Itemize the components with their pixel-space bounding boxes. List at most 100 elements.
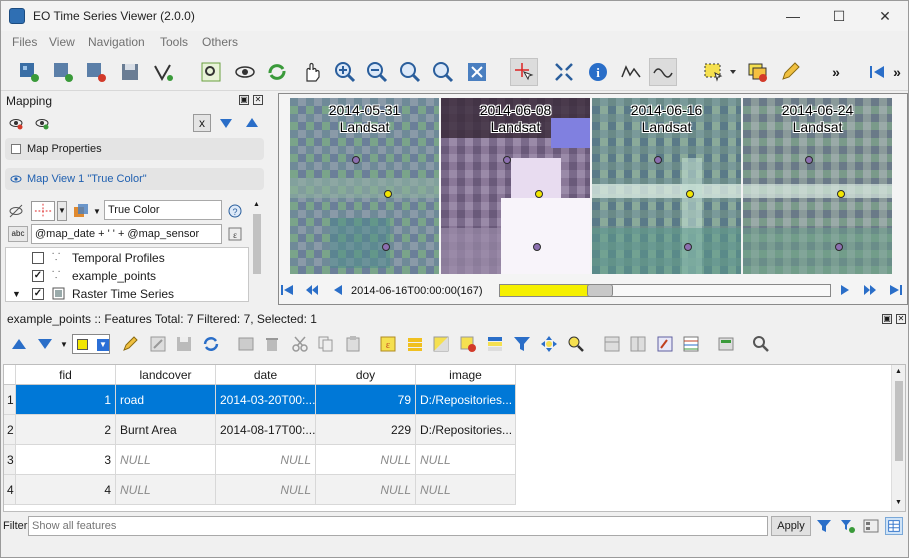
table-cell[interactable]: 2014-03-20T00:... xyxy=(216,385,316,415)
move-up-icon[interactable] xyxy=(245,116,259,130)
point-marker[interactable] xyxy=(835,243,843,251)
save-layer-icon[interactable] xyxy=(116,58,144,86)
label-style-icon[interactable]: abc xyxy=(8,226,28,242)
info-icon[interactable]: i xyxy=(584,58,612,86)
conditional-format-icon[interactable] xyxy=(682,335,700,353)
temporal-profile-icon[interactable] xyxy=(649,58,677,86)
row-number[interactable]: 1 xyxy=(4,385,16,415)
visibility-icon[interactable] xyxy=(231,58,259,86)
menu-view[interactable]: View xyxy=(49,35,75,49)
table-cell[interactable]: 3 xyxy=(16,445,116,475)
minimize-button[interactable]: — xyxy=(770,1,816,31)
scroll-down-icon[interactable]: ▼ xyxy=(895,499,902,506)
layer-checkbox[interactable] xyxy=(32,252,44,264)
table-cell[interactable]: 4 xyxy=(16,475,116,505)
maximize-button[interactable]: ☐ xyxy=(816,1,862,31)
delete-field-icon[interactable] xyxy=(629,335,647,353)
zoom-extent-icon[interactable] xyxy=(463,58,491,86)
add-feature-icon[interactable] xyxy=(237,335,255,353)
column-header-landcover[interactable]: landcover xyxy=(116,365,216,385)
form-view-toggle-icon[interactable] xyxy=(863,518,879,534)
apply-button[interactable]: Apply xyxy=(771,516,811,536)
selected-point-marker[interactable] xyxy=(837,190,845,198)
expand-chevron-icon[interactable]: ▼ xyxy=(12,285,21,301)
selection-mode-button[interactable]: ▼ xyxy=(72,334,110,354)
close-panel-icon[interactable]: ✕ xyxy=(253,95,263,105)
selected-point-marker[interactable] xyxy=(384,190,392,198)
float-panel-icon[interactable]: ▣ xyxy=(239,95,249,105)
row-number[interactable]: 3 xyxy=(4,445,16,475)
remove-layer-icon[interactable] xyxy=(82,58,110,86)
table-scrollbar[interactable]: ▲ ▼ xyxy=(891,365,905,511)
table-cell[interactable]: NULL xyxy=(116,475,216,505)
new-field-icon[interactable] xyxy=(603,335,621,353)
column-header-date[interactable]: date xyxy=(216,365,316,385)
style-dropdown-icon[interactable]: ▼ xyxy=(93,207,101,216)
clear-button[interactable]: x xyxy=(193,114,211,132)
time-slider[interactable] xyxy=(499,284,831,297)
column-header-image[interactable]: image xyxy=(416,365,516,385)
layer-row-example-points[interactable]: ✓ ⸪ example_points xyxy=(6,267,248,285)
table-cell[interactable]: NULL xyxy=(216,475,316,505)
layer-checkbox[interactable]: ✓ xyxy=(32,288,44,300)
mapping-scrollbar[interactable]: ▲ xyxy=(250,198,264,302)
map-tile-2[interactable]: 2014-06-08 Landsat xyxy=(441,98,590,274)
select-cursor-location-icon[interactable] xyxy=(510,58,538,86)
table-cell[interactable]: NULL xyxy=(416,445,516,475)
filter-settings-icon[interactable] xyxy=(840,518,856,534)
first-date-icon[interactable] xyxy=(280,283,294,297)
table-cell[interactable]: 2 xyxy=(16,415,116,445)
map-view-section[interactable]: Map View 1 "True Color" xyxy=(5,168,264,190)
row-number[interactable]: 2 xyxy=(4,415,16,445)
layer-style-icon[interactable] xyxy=(73,203,89,219)
point-marker[interactable] xyxy=(684,243,692,251)
zoom-in-icon[interactable] xyxy=(331,58,359,86)
layer-row-raster-time-series[interactable]: ▼ ✓ Raster Time Series xyxy=(6,285,248,301)
select-by-expression-icon[interactable]: ε xyxy=(379,335,397,353)
close-button[interactable]: ✕ xyxy=(862,1,908,31)
table-cell[interactable]: NULL xyxy=(216,445,316,475)
zoom-native-icon[interactable] xyxy=(396,58,424,86)
table-cell[interactable]: 229 xyxy=(316,415,416,445)
table-cell[interactable]: NULL xyxy=(316,475,416,505)
add-vector-icon[interactable] xyxy=(49,58,77,86)
last-date-icon[interactable] xyxy=(889,283,903,297)
table-cell[interactable]: 2014-08-17T00:... xyxy=(216,415,316,445)
table-cell[interactable]: NULL xyxy=(116,445,216,475)
dropdown-arrow-icon[interactable] xyxy=(727,58,739,86)
delete-feature-icon[interactable] xyxy=(263,335,281,353)
zoom-out-icon[interactable] xyxy=(363,58,391,86)
selected-point-marker[interactable] xyxy=(535,190,543,198)
filter-icon[interactable] xyxy=(816,518,832,534)
layer-checkbox[interactable]: ✓ xyxy=(32,270,44,282)
add-raster-icon[interactable] xyxy=(15,58,43,86)
map-properties-checkbox[interactable] xyxy=(11,144,21,154)
table-cell[interactable]: road xyxy=(116,385,216,415)
previous-step-icon[interactable] xyxy=(305,283,319,297)
more-navigation-icon[interactable]: » xyxy=(889,58,905,86)
table-cell[interactable]: Burnt Area xyxy=(116,415,216,445)
pan-to-selected-icon[interactable] xyxy=(540,335,558,353)
point-marker[interactable] xyxy=(503,156,511,164)
menu-files[interactable]: Files xyxy=(12,35,37,49)
field-calculator-icon[interactable] xyxy=(656,335,674,353)
corner-header[interactable] xyxy=(4,365,16,385)
table-cell[interactable]: NULL xyxy=(316,445,416,475)
map-tile-1[interactable]: 2014-05-31 Landsat xyxy=(290,98,439,274)
zoom-to-selected-icon[interactable] xyxy=(567,335,585,353)
move-up-icon[interactable] xyxy=(10,335,28,353)
copy-icon[interactable] xyxy=(317,335,335,353)
move-down-icon[interactable] xyxy=(36,335,54,353)
table-cell[interactable]: D:/Repositories... xyxy=(416,415,516,445)
crosshair-style-button[interactable] xyxy=(31,201,55,221)
table-cell[interactable]: 1 xyxy=(16,385,116,415)
layer-row-temporal-profiles[interactable]: ⸪ Temporal Profiles xyxy=(6,249,248,267)
select-features-icon[interactable] xyxy=(699,58,727,86)
next-step-icon[interactable] xyxy=(863,283,877,297)
spectral-profile-icon[interactable] xyxy=(617,58,645,86)
table-cell[interactable]: NULL xyxy=(416,475,516,505)
scroll-thumb[interactable] xyxy=(895,381,903,461)
deselect-all-icon[interactable] xyxy=(459,335,477,353)
first-date-icon[interactable] xyxy=(863,58,891,86)
scroll-up-icon[interactable]: ▲ xyxy=(253,201,260,208)
